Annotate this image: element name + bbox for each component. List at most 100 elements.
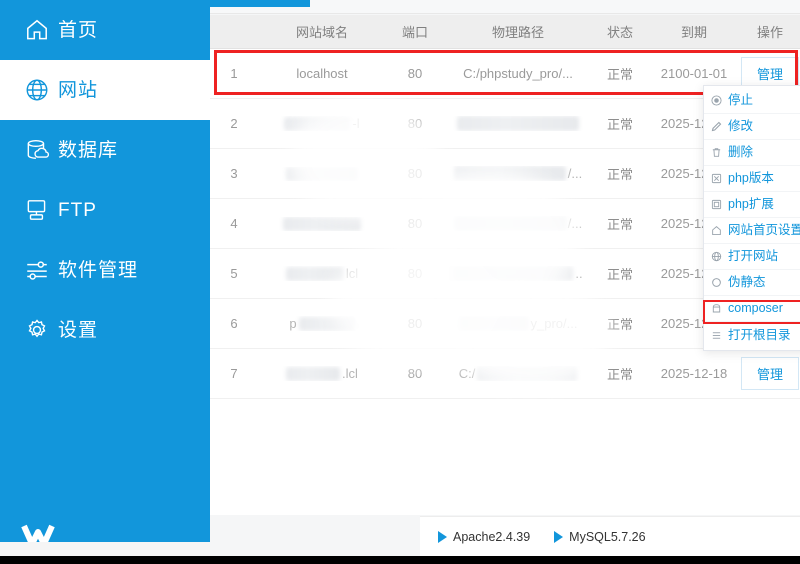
database-icon <box>24 137 50 163</box>
tab-strip <box>210 0 800 14</box>
redaction-blur <box>453 216 566 231</box>
sidebar-item-website[interactable]: 网站 <box>0 60 210 120</box>
cell-port: 80 <box>407 316 423 331</box>
sidebar-item-home[interactable]: 首页 <box>0 0 210 60</box>
cell-path: C:/ <box>444 366 592 381</box>
stop-icon <box>710 95 722 107</box>
bottom-strip <box>0 556 800 564</box>
php-version-icon <box>710 173 722 185</box>
cell-expire: 2025-12-18 <box>660 366 728 381</box>
column-header-action: 操作 <box>756 25 783 40</box>
cell-port: 80 <box>407 166 423 181</box>
redaction-blur <box>453 166 566 181</box>
menu-item-label: 伪静态 <box>728 275 766 290</box>
cell-index: 6 <box>230 316 238 331</box>
cell-domain: -l <box>258 116 386 131</box>
redaction-blur <box>298 316 355 331</box>
menu-item-homepage-settings[interactable]: 网站首页设置 <box>704 218 800 244</box>
menu-item-label: 打开网站 <box>728 249 779 264</box>
menu-item-label: composer <box>728 301 783 316</box>
menu-item-edit[interactable]: 修改 <box>704 114 800 140</box>
trash-icon <box>710 147 722 159</box>
cell-expire: 2100-01-01 <box>660 66 728 81</box>
circle-icon <box>710 277 722 289</box>
column-header-path: 物理路径 <box>491 25 544 40</box>
menu-item-php-version[interactable]: php版本 ▸ <box>704 166 800 192</box>
redaction-blur <box>284 116 351 131</box>
menu-item-label: 网站首页设置 <box>728 223 800 238</box>
cell-index: 7 <box>230 366 238 381</box>
sidebar-item-database[interactable]: 数据库 <box>0 120 210 180</box>
cell-domain <box>258 216 386 231</box>
app-logo <box>10 516 66 542</box>
table-row[interactable]: 7 .lcl 80 C:/ 正常 2025-12-18 管理 <box>210 349 800 399</box>
composer-icon <box>710 303 722 315</box>
sliders-icon <box>24 257 50 283</box>
sidebar-item-label: 数据库 <box>58 139 119 161</box>
menu-item-stop[interactable]: 停止 <box>704 88 800 114</box>
sidebar: 首页 网站 数据库 FTP 软件管理 设置 <box>0 0 210 542</box>
site-context-menu: 停止 修改 删除 php版本 php扩展 网站首页设置 打开网站 伪静态 com… <box>703 85 800 351</box>
redaction-blur <box>285 266 344 281</box>
sidebar-item-settings[interactable]: 设置 <box>0 300 210 360</box>
globe-small-icon <box>710 251 722 263</box>
menu-item-php-ext[interactable]: php扩展 ▸ <box>704 192 800 218</box>
menu-item-label: 修改 <box>728 119 754 134</box>
sidebar-item-ftp[interactable]: FTP <box>0 180 210 240</box>
sidebar-item-label: FTP <box>58 199 97 221</box>
cell-path: .. <box>444 266 592 281</box>
redaction-blur <box>286 166 358 181</box>
service-apache[interactable]: Apache2.4.39 <box>438 530 530 544</box>
cell-path: y_pro/... <box>444 316 592 331</box>
play-icon <box>554 530 564 543</box>
menu-item-open-website[interactable]: 打开网站 <box>704 244 800 270</box>
cell-domain: localhost <box>296 66 348 81</box>
cell-domain: p <box>258 316 386 331</box>
cell-path: C:/phpstudy_pro/... <box>463 66 573 81</box>
list-icon <box>710 329 722 341</box>
column-header-domain: 网站域名 <box>295 25 348 40</box>
cell-port: 80 <box>407 266 423 281</box>
menu-item-composer[interactable]: composer <box>704 296 800 322</box>
service-label: MySQL5.7.26 <box>569 529 646 544</box>
menu-item-label: 打开根目录 <box>728 327 791 342</box>
column-header-expire: 到期 <box>680 25 707 40</box>
cell-status: 正常 <box>606 167 633 182</box>
sidebar-item-label: 设置 <box>58 319 99 341</box>
cell-index: 4 <box>230 216 238 231</box>
sidebar-item-label: 软件管理 <box>58 259 139 281</box>
sidebar-item-label: 网站 <box>58 79 99 101</box>
cell-status: 正常 <box>606 317 633 332</box>
table-header: 网站域名 端口 物理路径 状态 到期 操作 <box>210 15 800 49</box>
service-label: Apache2.4.39 <box>453 529 531 544</box>
menu-item-label: php扩展 <box>728 197 774 212</box>
home-small-icon <box>710 225 722 237</box>
globe-icon <box>24 77 50 103</box>
sidebar-item-software[interactable]: 软件管理 <box>0 240 210 300</box>
manage-button[interactable]: 管理 <box>741 357 799 390</box>
redaction-blur <box>457 116 579 131</box>
menu-item-delete[interactable]: 删除 <box>704 140 800 166</box>
redaction-blur <box>286 366 341 381</box>
cell-path: /... <box>444 216 592 231</box>
cell-port: 80 <box>407 66 423 81</box>
cell-path: /... <box>444 166 592 181</box>
column-header-port: 端口 <box>401 25 428 40</box>
cell-index: 3 <box>230 166 238 181</box>
cell-path <box>444 116 592 131</box>
redaction-blur <box>453 266 574 281</box>
tab-active-indicator[interactable] <box>210 0 310 7</box>
service-mysql[interactable]: MySQL5.7.26 <box>554 529 646 544</box>
php-ext-icon <box>710 199 722 211</box>
cell-status: 正常 <box>606 267 633 282</box>
menu-item-rewrite[interactable]: 伪静态 <box>704 270 800 296</box>
play-icon <box>438 530 447 543</box>
menu-item-open-root-dir[interactable]: 打开根目录 <box>704 322 800 348</box>
column-header-status: 状态 <box>606 25 633 40</box>
cell-index: 5 <box>230 266 238 281</box>
gear-icon <box>24 317 50 343</box>
status-bar: Apache2.4.39 MySQL5.7.26 i 版本：8.1.1.2 <box>420 516 800 556</box>
cell-status: 正常 <box>606 367 633 382</box>
redaction-blur <box>477 366 578 381</box>
cell-port: 80 <box>407 116 423 131</box>
